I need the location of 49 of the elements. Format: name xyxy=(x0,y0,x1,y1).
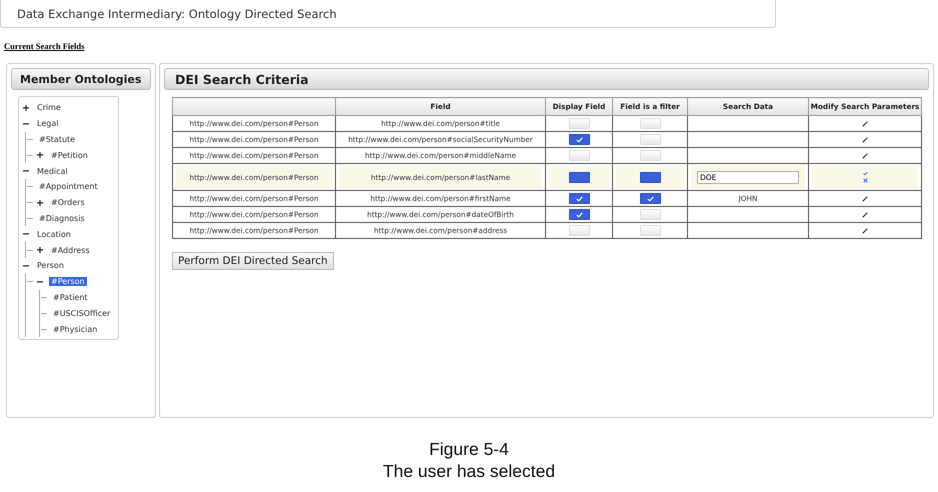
collapse-icon[interactable] xyxy=(23,262,29,269)
tree-item[interactable]: #Patient xyxy=(51,292,90,302)
tree-item[interactable]: Person xyxy=(35,261,66,270)
pencil-icon[interactable] xyxy=(862,152,868,158)
checkbox[interactable] xyxy=(640,172,660,182)
tree-item[interactable]: #Person xyxy=(49,277,87,286)
checkbox[interactable] xyxy=(568,193,590,204)
pencil-icon[interactable] xyxy=(862,196,868,202)
check-icon xyxy=(576,136,582,142)
tree-item[interactable]: #Statute xyxy=(37,134,78,144)
tree-item[interactable]: #USCISOfficer xyxy=(51,308,112,318)
checkbox[interactable] xyxy=(640,193,660,204)
panel-title: Member Ontologies xyxy=(11,68,151,90)
checkbox[interactable] xyxy=(568,172,590,182)
tree-item[interactable]: #Diagnosis xyxy=(37,214,87,223)
tree-item[interactable]: Medical xyxy=(35,166,70,176)
search-button[interactable]: Perform DEI Directed Search xyxy=(172,252,334,270)
figure-caption: The user has selected xyxy=(382,460,556,482)
check-icon xyxy=(576,196,582,202)
pencil-icon[interactable] xyxy=(862,212,868,218)
pencil-icon[interactable] xyxy=(862,228,868,234)
tree-item[interactable]: Legal xyxy=(35,119,60,128)
tree-item[interactable]: #Appointment xyxy=(37,182,100,192)
pencil-icon[interactable] xyxy=(862,120,868,126)
checkbox[interactable] xyxy=(568,209,590,220)
current-search-fields-link[interactable]: Current Search Fields xyxy=(4,41,938,51)
expand-icon[interactable] xyxy=(37,200,43,206)
tree-item[interactable]: #Physician xyxy=(51,324,100,334)
collapse-icon[interactable] xyxy=(23,231,29,238)
expand-icon[interactable] xyxy=(37,247,43,254)
checkbox[interactable] xyxy=(568,134,590,145)
app-title: Data Exchange Intermediary: Ontology Directed Search xyxy=(17,6,337,20)
collapse-icon[interactable] xyxy=(37,278,43,285)
figure-number: Figure 5-4 xyxy=(428,438,510,460)
collapse-icon[interactable] xyxy=(23,120,29,127)
cancel-icon[interactable] xyxy=(862,178,868,183)
expand-icon[interactable] xyxy=(37,152,43,158)
panel-title: DEI Search Criteria xyxy=(164,68,929,90)
tree-item[interactable]: #Orders xyxy=(49,198,87,208)
tree-item[interactable]: #Petition xyxy=(49,150,90,160)
expand-icon[interactable] xyxy=(23,104,29,111)
check-icon xyxy=(646,196,654,202)
pencil-icon[interactable] xyxy=(862,136,868,142)
tree-item[interactable]: #Address xyxy=(49,246,92,255)
check-icon xyxy=(576,212,582,218)
tree-item[interactable]: Location xyxy=(35,230,73,239)
tree-item[interactable]: Crime xyxy=(35,103,63,112)
collapse-icon[interactable] xyxy=(23,168,29,174)
confirm-icon[interactable] xyxy=(862,171,868,176)
